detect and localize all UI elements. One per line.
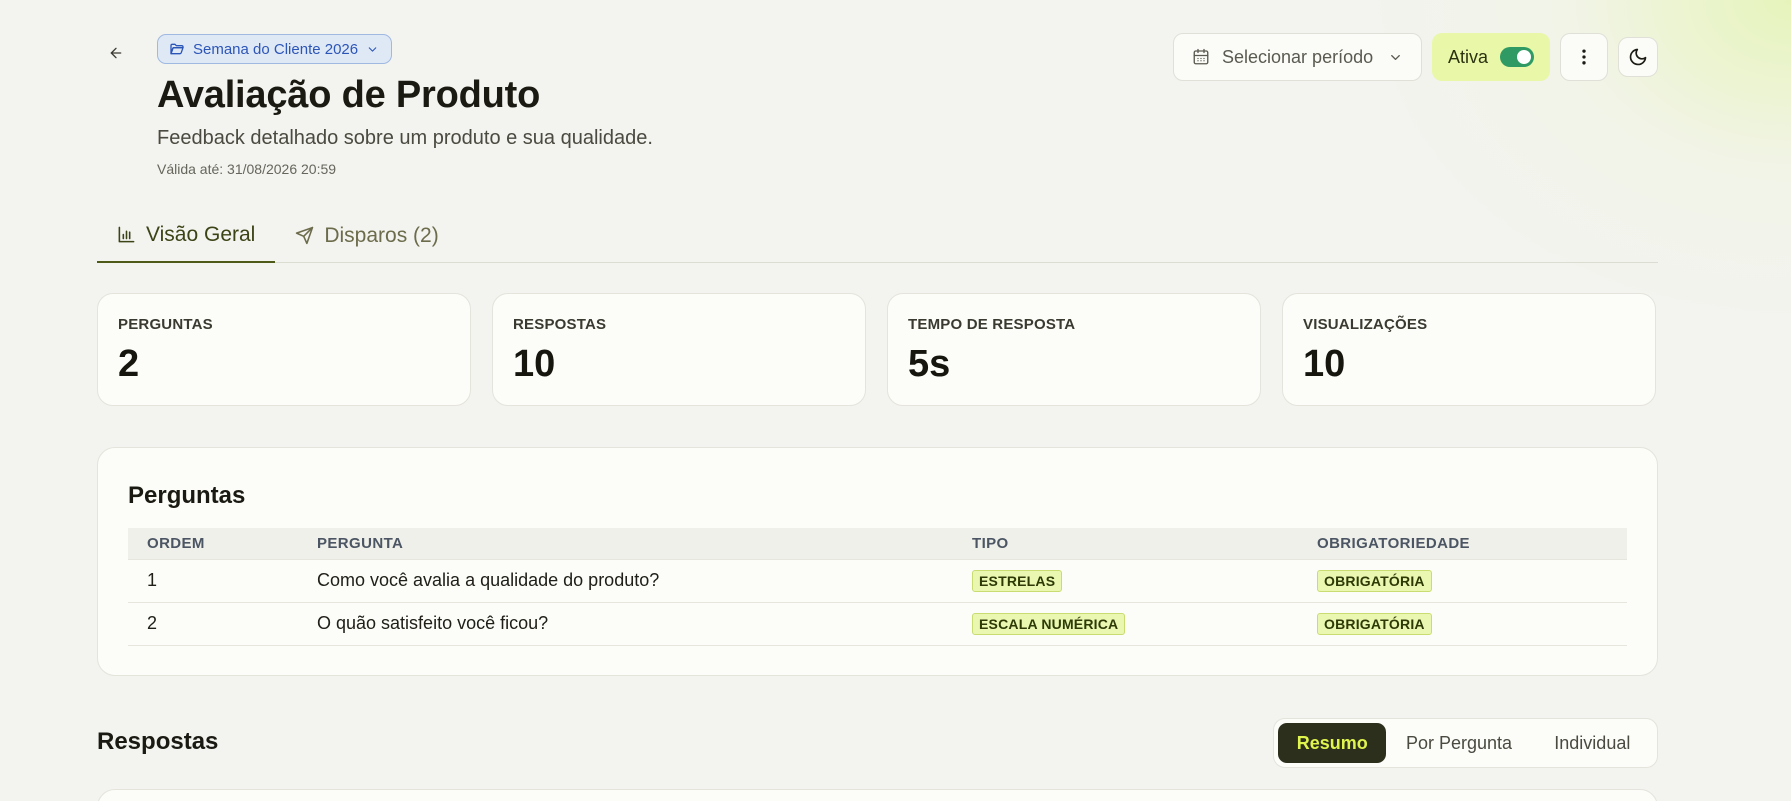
chevron-down-icon bbox=[1391, 54, 1400, 60]
view-by-question-button[interactable]: Por Pergunta bbox=[1386, 723, 1531, 763]
stat-value: 5s bbox=[908, 343, 951, 385]
answers-title: Respostas bbox=[97, 728, 219, 755]
tab-label: Disparos (2) bbox=[324, 223, 439, 247]
campaign-selector[interactable]: Semana do Cliente 2026 bbox=[157, 34, 393, 64]
cell-question: O quão satisfeito você ficou? bbox=[298, 602, 953, 646]
column-header-order[interactable]: ORDEM bbox=[128, 528, 298, 559]
cell-type: ESTRELAS bbox=[953, 558, 1298, 603]
view-summary-button[interactable]: Resumo bbox=[1278, 723, 1387, 763]
answers-panel bbox=[97, 789, 1658, 801]
table-row[interactable]: 2 O quão satisfeito você ficou? ESCALA N… bbox=[128, 602, 1627, 646]
stat-label: VISUALIZAÇÕES bbox=[1303, 316, 1428, 333]
more-vertical-icon bbox=[1582, 49, 1586, 65]
page-subtitle: Feedback detalhado sobre um produto e su… bbox=[157, 127, 653, 149]
period-selector[interactable]: Selecionar período bbox=[1173, 33, 1422, 81]
answers-view-switcher: Resumo Por Pergunta Individual bbox=[1273, 718, 1658, 768]
cell-question: Como você avalia a qualidade do produto? bbox=[298, 558, 953, 603]
valid-until-text: Válida até: 31/08/2026 20:59 bbox=[157, 161, 337, 177]
page-title: Avaliação de Produto bbox=[157, 74, 541, 116]
column-header-required[interactable]: OBRIGATORIEDADE bbox=[1298, 528, 1627, 559]
chevron-down-icon bbox=[368, 46, 377, 52]
more-options-button[interactable] bbox=[1560, 33, 1608, 81]
status-label: Ativa bbox=[1447, 46, 1489, 67]
cell-required: OBRIGATÓRIA bbox=[1298, 558, 1627, 603]
arrow-left-icon bbox=[110, 47, 122, 59]
stat-label: PERGUNTAS bbox=[118, 316, 213, 333]
back-button[interactable] bbox=[105, 42, 127, 64]
tab-dispatches[interactable]: Disparos (2) bbox=[275, 208, 458, 263]
column-header-question[interactable]: PERGUNTA bbox=[298, 528, 953, 559]
period-selector-label: Selecionar período bbox=[1222, 46, 1374, 67]
column-header-type[interactable]: TIPO bbox=[953, 528, 1298, 559]
cell-order: 1 bbox=[128, 558, 298, 603]
cell-required: OBRIGATÓRIA bbox=[1298, 602, 1627, 646]
bar-chart-icon bbox=[118, 226, 135, 243]
stat-card-views: VISUALIZAÇÕES 10 bbox=[1282, 293, 1656, 406]
view-individual-button[interactable]: Individual bbox=[1532, 723, 1653, 763]
stat-card-questions: PERGUNTAS 2 bbox=[97, 293, 471, 406]
campaign-name: Semana do Cliente 2026 bbox=[193, 40, 359, 58]
send-icon bbox=[296, 226, 314, 245]
required-badge: OBRIGATÓRIA bbox=[1317, 569, 1432, 592]
stat-value: 10 bbox=[513, 343, 556, 385]
type-badge: ESCALA NUMÉRICA bbox=[972, 612, 1126, 635]
tab-bar: Visão Geral Disparos (2) bbox=[97, 208, 1658, 263]
required-badge: OBRIGATÓRIA bbox=[1317, 612, 1432, 635]
cell-order: 2 bbox=[128, 602, 298, 646]
stat-card-response-time: TEMPO DE RESPOSTA 5s bbox=[887, 293, 1261, 406]
table-header-row: ORDEM PERGUNTA TIPO OBRIGATORIEDADE bbox=[128, 528, 1627, 559]
top-actions: Selecionar período Ativa bbox=[1173, 33, 1658, 81]
questions-panel: Perguntas ORDEM PERGUNTA TIPO OBRIGATORI… bbox=[97, 447, 1658, 676]
table-row[interactable]: 1 Como você avalia a qualidade do produt… bbox=[128, 558, 1627, 603]
tab-overview[interactable]: Visão Geral bbox=[97, 208, 276, 263]
stat-value: 10 bbox=[1303, 343, 1346, 385]
folder-open-icon bbox=[170, 43, 184, 55]
stat-value: 2 bbox=[118, 343, 140, 385]
theme-toggle-button[interactable] bbox=[1618, 37, 1658, 77]
type-badge: ESTRELAS bbox=[972, 569, 1063, 592]
stat-card-responses: RESPOSTAS 10 bbox=[492, 293, 866, 406]
calendar-icon bbox=[1193, 48, 1209, 65]
stat-label: RESPOSTAS bbox=[513, 316, 607, 333]
survey-page: Semana do Cliente 2026 Avaliação de Prod… bbox=[97, 0, 1658, 801]
cell-type: ESCALA NUMÉRICA bbox=[953, 602, 1298, 646]
status-toggle[interactable]: Ativa bbox=[1432, 33, 1550, 81]
questions-title: Perguntas bbox=[128, 482, 246, 509]
questions-table: ORDEM PERGUNTA TIPO OBRIGATORIEDADE 1 Co… bbox=[128, 528, 1627, 646]
tab-label: Visão Geral bbox=[146, 222, 256, 246]
stat-label: TEMPO DE RESPOSTA bbox=[908, 316, 1076, 333]
moon-icon bbox=[1629, 48, 1647, 66]
status-switch[interactable] bbox=[1500, 47, 1535, 67]
stats-row: PERGUNTAS 2 RESPOSTAS 10 TEMPO DE RESPOS… bbox=[97, 293, 1658, 406]
